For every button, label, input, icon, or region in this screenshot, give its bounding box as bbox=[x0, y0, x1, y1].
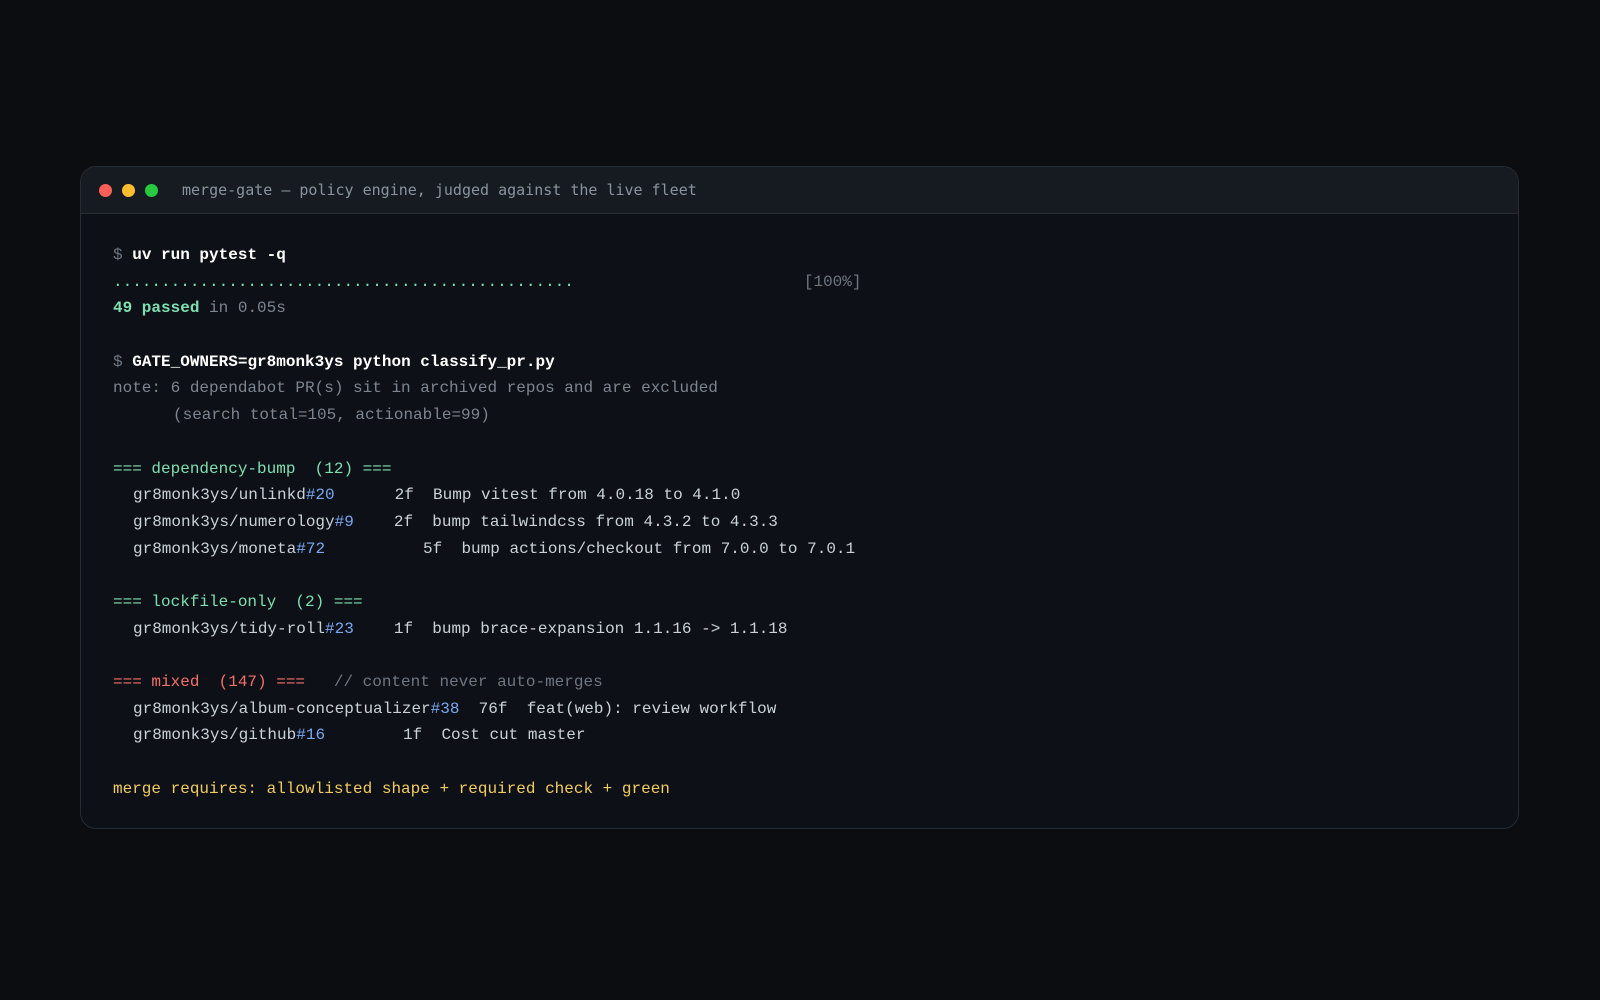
passed-count: 49 passed bbox=[113, 299, 200, 318]
close-window-button[interactable] bbox=[99, 183, 112, 197]
passed-time: in 0.05s bbox=[209, 299, 286, 318]
prompt-symbol: $ bbox=[113, 246, 123, 264]
pr-title: Cost cut master bbox=[441, 726, 586, 745]
pr-row[interactable]: gr8monk3ys/moneta#72 5f bump actions/chec… bbox=[113, 536, 1518, 563]
pr-file-count: 5f bbox=[423, 539, 443, 558]
pr-file-count: 1f bbox=[403, 726, 423, 745]
group-header-dependency-bump: === dependency-bump (12) === bbox=[113, 459, 392, 478]
pr-repo: gr8monk3ys/moneta bbox=[133, 539, 297, 558]
note-line: note: 6 dependabot PR(s) sit in archived… bbox=[113, 379, 718, 398]
command-line-1: $ uv run pytest -q bbox=[113, 242, 1518, 269]
pr-number-link[interactable]: #9 bbox=[335, 513, 354, 531]
pr-row[interactable]: gr8monk3ys/github#16 1f Cost cut master bbox=[113, 722, 1518, 749]
pr-number-link[interactable]: #72 bbox=[296, 540, 325, 558]
pr-repo: gr8monk3ys/github bbox=[133, 726, 297, 745]
pr-file-count: 1f bbox=[393, 619, 414, 638]
progress-percent: [100%] bbox=[803, 272, 862, 291]
pr-row[interactable]: gr8monk3ys/numerology#9 2f bump tailwindc… bbox=[113, 509, 1518, 536]
pr-file-count: 2f bbox=[393, 512, 414, 531]
pr-file-count: 2f bbox=[394, 486, 414, 505]
merge-requirements-footer: merge requires: allowlisted shape + requ… bbox=[113, 779, 670, 798]
group-header-mixed: === mixed (147) === bbox=[113, 673, 306, 691]
pr-title: bump tailwindcss from 4.3.2 to 4.3.3 bbox=[432, 512, 778, 531]
pr-row[interactable]: gr8monk3ys/tidy-roll#23 1f bump brace-exp… bbox=[113, 616, 1518, 643]
progress-line: ........................................… bbox=[113, 269, 1518, 296]
terminal-window: merge-gate — policy engine, judged again… bbox=[80, 166, 1519, 829]
progress-dots: ........................................… bbox=[113, 272, 574, 291]
pr-title: Bump vitest from 4.0.18 to 4.1.0 bbox=[433, 486, 741, 505]
title-bar: merge-gate — policy engine, judged again… bbox=[81, 167, 1518, 214]
command-line-2: $ GATE_OWNERS=gr8monk3ys python classify… bbox=[113, 349, 1518, 376]
maximize-window-button[interactable] bbox=[145, 183, 158, 197]
pr-file-count: 76f bbox=[478, 699, 508, 718]
pr-repo: gr8monk3ys/tidy-roll bbox=[133, 619, 326, 638]
group-header-lockfile-only: === lockfile-only (2) === bbox=[113, 592, 363, 611]
group-comment: // content never auto-merges bbox=[333, 673, 603, 691]
terminal-output[interactable]: $ uv run pytest -q .....................… bbox=[81, 214, 1518, 802]
pr-row[interactable]: gr8monk3ys/album-conceptualizer#38 76f f… bbox=[113, 696, 1518, 723]
pr-repo: gr8monk3ys/album-conceptualizer bbox=[133, 699, 431, 718]
pr-title: bump actions/checkout from 7.0.0 to 7.0.… bbox=[461, 539, 856, 558]
pr-row[interactable]: gr8monk3ys/unlinkd#20 2f Bump vitest from… bbox=[113, 482, 1518, 509]
pr-number-link[interactable]: #38 bbox=[431, 700, 460, 718]
pr-number-link[interactable]: #16 bbox=[296, 726, 325, 744]
pr-number-link[interactable]: #20 bbox=[306, 486, 335, 504]
command-text: GATE_OWNERS=gr8monk3ys python classify_p… bbox=[132, 352, 555, 371]
pr-title: bump brace-expansion 1.1.16 -> 1.1.18 bbox=[432, 619, 788, 638]
note-detail-line: (search total=105, actionable=99) bbox=[173, 406, 490, 425]
pr-number-link[interactable]: #23 bbox=[325, 620, 354, 638]
pr-title: feat(web): review workflow bbox=[526, 699, 777, 718]
pr-repo: gr8monk3ys/unlinkd bbox=[133, 486, 306, 505]
command-text: uv run pytest -q bbox=[132, 246, 286, 264]
test-summary-line: 49 passed in 0.05s bbox=[113, 295, 1518, 322]
minimize-window-button[interactable] bbox=[122, 183, 135, 197]
group-header-mixed-line: === mixed (147) === // content never aut… bbox=[113, 669, 1518, 696]
prompt-symbol: $ bbox=[113, 352, 123, 371]
window-title: merge-gate — policy engine, judged again… bbox=[182, 181, 697, 199]
pr-repo: gr8monk3ys/numerology bbox=[133, 512, 335, 531]
